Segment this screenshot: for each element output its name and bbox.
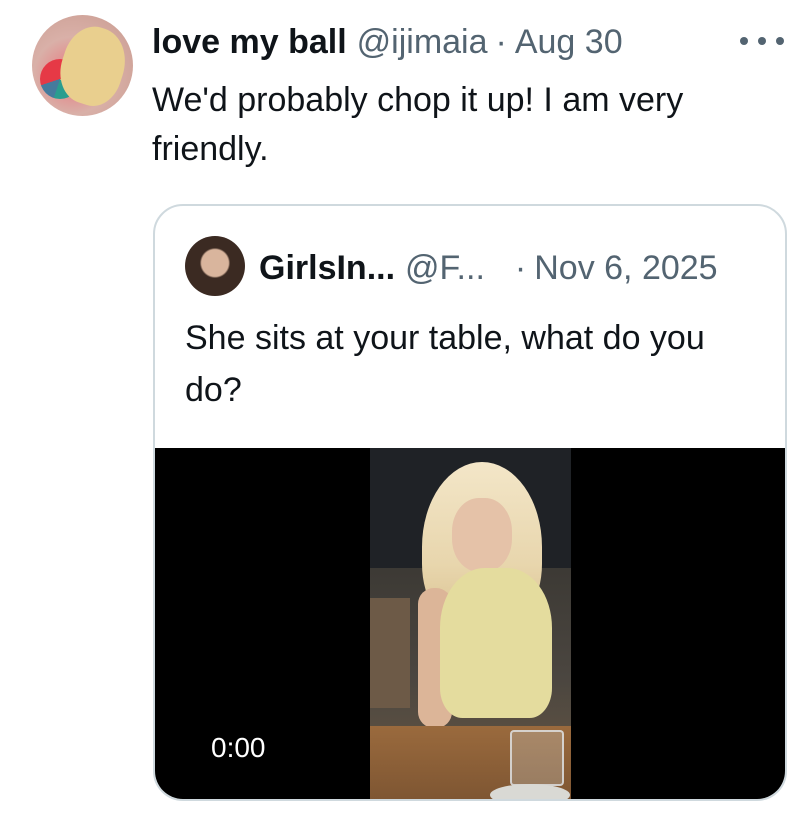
video-person-top [440,568,552,718]
video-player[interactable]: 0:00 [155,448,785,799]
quoted-tweet-header: GirlsIn... @F... · Nov 6, 2025 [259,246,718,290]
quoted-author-handle[interactable]: @F... [405,249,485,288]
quoted-tweet-date[interactable]: Nov 6, 2025 [534,249,717,288]
video-frame [370,448,571,799]
more-dot-icon [776,37,784,45]
quoted-tweet-text: She sits at your table, what do you do? [185,319,705,409]
tweet[interactable]: love my ball @ijimaia · Aug 30 We'd prob… [0,0,800,827]
video-time: 0:00 [211,732,266,763]
quoted-author-name[interactable]: GirlsIn... [259,249,395,288]
tweet-text: We'd probably chop it up! I am very frie… [152,81,684,168]
author-handle[interactable]: @ijimaia [357,23,488,62]
quoted-header-separator: · [514,248,527,287]
header-separator: · [495,22,507,61]
video-chair [370,598,410,708]
tweet-header: love my ball @ijimaia · Aug 30 [152,20,623,64]
more-dot-icon [758,37,766,45]
author-name[interactable]: love my ball [152,23,347,62]
video-glass [510,730,564,786]
video-person-face [452,498,512,572]
tweet-date[interactable]: Aug 30 [515,23,623,62]
quoted-author-avatar[interactable] [185,236,245,296]
more-options-button[interactable] [740,26,784,56]
author-avatar[interactable] [32,15,133,116]
video-plate [490,784,570,799]
more-dot-icon [740,37,748,45]
quoted-tweet[interactable]: GirlsIn... @F... · Nov 6, 2025 She sits … [153,204,787,801]
